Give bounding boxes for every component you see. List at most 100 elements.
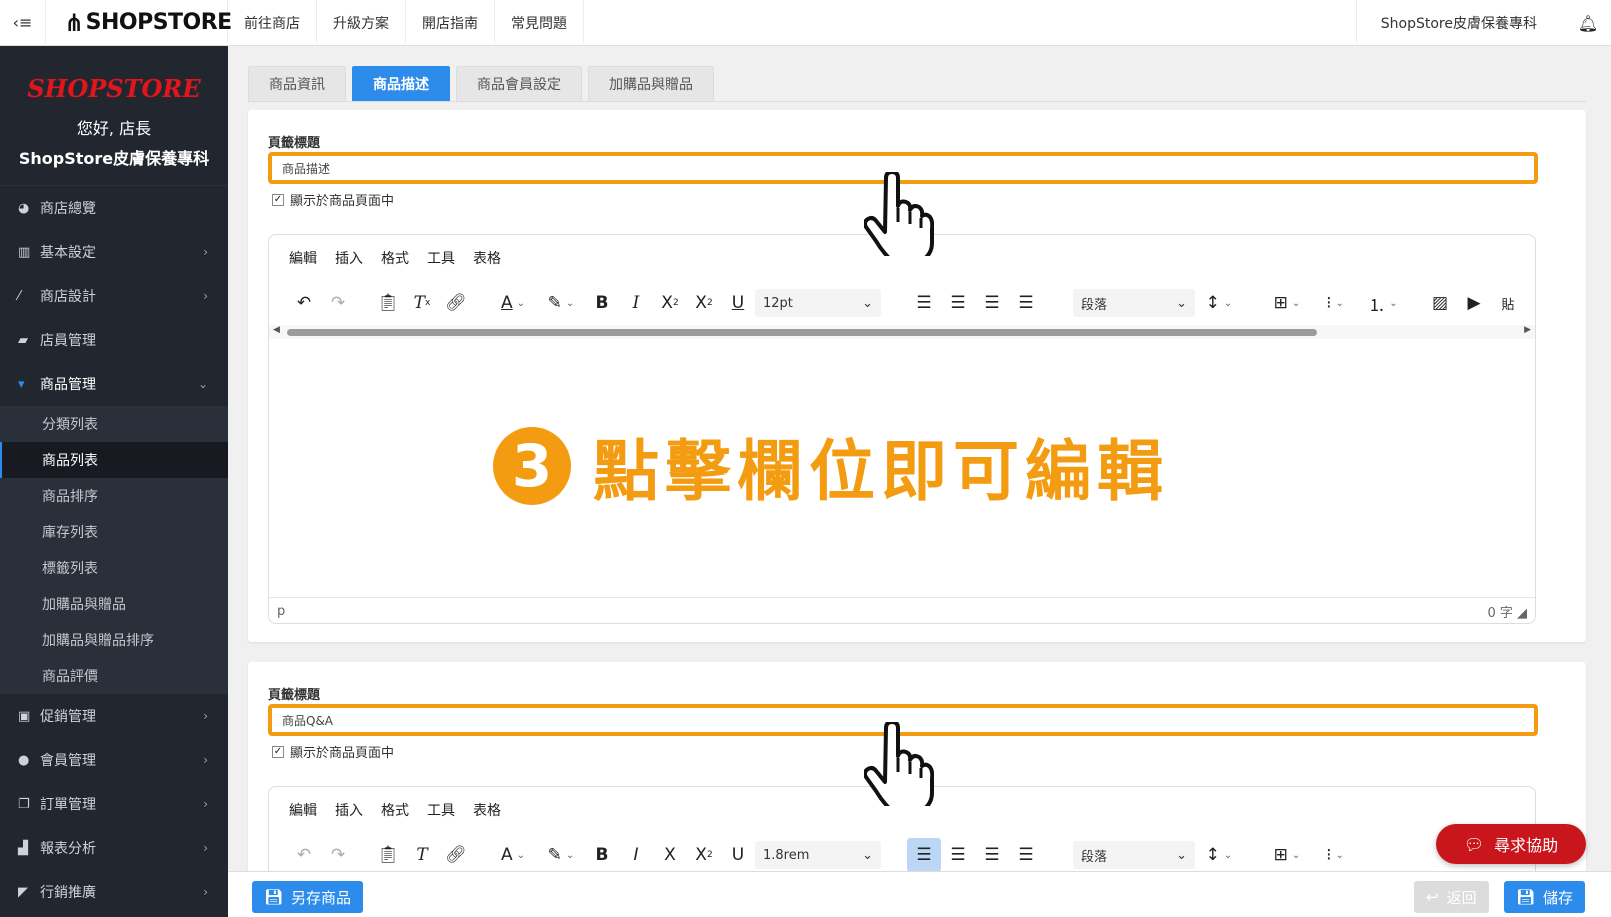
media-icon[interactable]: ▶ <box>1457 286 1491 320</box>
align-justify-icon[interactable]: ☰ <box>1009 286 1043 320</box>
clear-format-icon[interactable]: T <box>405 838 439 872</box>
line-height-icon[interactable]: ↕ ⌄ <box>1195 838 1243 872</box>
top-nav-guide[interactable]: 開店指南 <box>406 0 495 46</box>
sidebar-subitem-categories[interactable]: 分類列表 <box>0 406 228 442</box>
save-button[interactable]: 💾︎ 儲存 <box>1504 881 1586 913</box>
top-nav-upgrade[interactable]: 升級方案 <box>317 0 406 46</box>
menu-table[interactable]: 表格 <box>473 248 501 268</box>
align-center-icon[interactable]: ☰ <box>941 286 975 320</box>
align-center-icon[interactable]: ☰ <box>941 838 975 872</box>
undo-icon[interactable]: ↶ <box>287 286 321 320</box>
sidebar-subitem-inventory[interactable]: 庫存列表 <box>0 514 228 550</box>
italic-icon[interactable]: I <box>619 838 653 872</box>
sidebar-item-members[interactable]: ● 會員管理 › <box>0 738 228 782</box>
sidebar-item-design[interactable]: ⁄ 商店設計 › <box>0 274 228 318</box>
menu-insert[interactable]: 插入 <box>335 800 363 820</box>
sidebar-subitem-addons[interactable]: 加購品與贈品 <box>0 586 228 622</box>
menu-format[interactable]: 格式 <box>381 248 409 268</box>
store-name-link[interactable]: ShopStore皮膚保養專科 <box>1355 0 1565 46</box>
align-right-icon[interactable]: ☰ <box>975 286 1009 320</box>
sidebar-subitem-product-list[interactable]: 商品列表 <box>0 442 228 478</box>
scroll-right-icon[interactable]: ▶ <box>1524 325 1531 335</box>
back-button[interactable]: ↩ 返回 <box>1414 881 1489 913</box>
menu-tools[interactable]: 工具 <box>427 248 455 268</box>
align-left-icon[interactable]: ☰ <box>907 286 941 320</box>
tab-addons-gifts[interactable]: 加購品與贈品 <box>588 66 714 102</box>
menu-toggle-icon[interactable]: ‹≡ <box>0 0 46 46</box>
brand-logo[interactable]: ⋔ SHOPSTORE <box>46 0 232 46</box>
toolbar-scrollbar[interactable]: ◀ ▶ <box>269 325 1535 339</box>
font-size-select-2[interactable]: 1.8rem ⌄ <box>755 841 881 869</box>
paste-icon[interactable]: 📋︎ <box>371 838 405 872</box>
resize-handle-icon[interactable]: ◢ <box>1517 606 1527 621</box>
link-icon[interactable]: 🔗︎ <box>439 286 473 320</box>
image-icon[interactable]: ▨ <box>1423 286 1457 320</box>
align-left-icon[interactable]: ☰ <box>907 838 941 872</box>
subscript-icon[interactable]: X2 <box>653 286 687 320</box>
tab-product-info[interactable]: 商品資訊 <box>248 66 346 102</box>
redo-icon[interactable]: ↷ <box>321 838 355 872</box>
redo-icon[interactable]: ↷ <box>321 286 355 320</box>
menu-edit[interactable]: 編輯 <box>289 800 317 820</box>
menu-format[interactable]: 格式 <box>381 800 409 820</box>
sidebar-subitem-tags[interactable]: 標籤列表 <box>0 550 228 586</box>
sidebar-item-products[interactable]: ▾ 商品管理 ⌄ <box>0 362 228 406</box>
sidebar-item-reports[interactable]: ▟ 報表分析 › <box>0 826 228 870</box>
paste-icon[interactable]: 📋︎ <box>371 286 405 320</box>
sidebar-subitem-reviews[interactable]: 商品評價 <box>0 658 228 694</box>
numbered-list-icon[interactable]: ⒈ ⌄ <box>1359 286 1407 320</box>
clear-format-icon[interactable]: Tx <box>405 286 439 320</box>
underline-icon[interactable]: U <box>721 286 755 320</box>
save-as-product-button[interactable]: 💾︎ 另存商品 <box>252 881 364 913</box>
bold-icon[interactable]: B <box>585 286 619 320</box>
menu-insert[interactable]: 插入 <box>335 248 363 268</box>
bullet-list-icon[interactable]: ⁝ ⌄ <box>1311 286 1359 320</box>
sidebar-item-promotions[interactable]: ▣ 促銷管理 › <box>0 694 228 738</box>
sidebar-item-marketing[interactable]: ◤ 行銷推廣 › <box>0 870 228 914</box>
sidebar-subitem-product-sort[interactable]: 商品排序 <box>0 478 228 514</box>
top-nav-go-store[interactable]: 前往商店 <box>228 0 317 46</box>
show-on-page-checkbox-2[interactable]: ✓ <box>272 745 284 758</box>
menu-table[interactable]: 表格 <box>473 800 501 820</box>
paste-text-button[interactable]: 貼 <box>1491 286 1525 320</box>
sidebar-subitem-addons-sort[interactable]: 加購品與贈品排序 <box>0 622 228 658</box>
menu-edit[interactable]: 編輯 <box>289 248 317 268</box>
sidebar-item-settings[interactable]: ▥ 基本設定 › <box>0 230 228 274</box>
sidebar-item-label: 促銷管理 <box>40 709 96 725</box>
superscript-icon[interactable]: X2 <box>687 838 721 872</box>
scrollbar-thumb[interactable] <box>287 329 1317 336</box>
text-color-icon[interactable]: A ⌄ <box>489 286 537 320</box>
text-color-icon[interactable]: A ⌄ <box>489 838 537 872</box>
underline-icon[interactable]: U <box>721 838 755 872</box>
help-button[interactable]: 💬︎ 尋求協助 <box>1436 824 1586 864</box>
show-on-page-checkbox[interactable]: ✓ <box>272 193 284 206</box>
font-size-select[interactable]: 12pt ⌄ <box>755 289 881 317</box>
tab-product-description[interactable]: 商品描述 <box>352 66 450 102</box>
scroll-left-icon[interactable]: ◀ <box>273 325 280 335</box>
show-on-page-checkbox-row[interactable]: ✓ 顯示於商品頁面中 <box>272 190 394 209</box>
bullet-list-icon[interactable]: ⁝ ⌄ <box>1311 838 1359 872</box>
link-icon[interactable]: 🔗︎ <box>439 838 473 872</box>
block-format-select-2[interactable]: 段落 ⌄ <box>1073 841 1195 869</box>
bell-icon[interactable]: 🔔︎ <box>1565 0 1611 46</box>
superscript-icon[interactable]: X2 <box>687 286 721 320</box>
menu-tools[interactable]: 工具 <box>427 800 455 820</box>
sidebar-item-staff[interactable]: ▰ 店員管理 <box>0 318 228 362</box>
undo-icon[interactable]: ↶ <box>287 838 321 872</box>
subscript-icon[interactable]: X <box>653 838 687 872</box>
table-icon[interactable]: ⊞ ⌄ <box>1263 286 1311 320</box>
align-right-icon[interactable]: ☰ <box>975 838 1009 872</box>
table-icon[interactable]: ⊞ ⌄ <box>1263 838 1311 872</box>
line-height-icon[interactable]: ↕ ⌄ <box>1195 286 1243 320</box>
top-nav-faq[interactable]: 常見問題 <box>495 0 584 46</box>
sidebar-item-orders[interactable]: ❐ 訂單管理 › <box>0 782 228 826</box>
align-justify-icon[interactable]: ☰ <box>1009 838 1043 872</box>
highlight-color-icon[interactable]: ✎ ⌄ <box>537 286 585 320</box>
show-on-page-checkbox-row-2[interactable]: ✓ 顯示於商品頁面中 <box>272 742 394 761</box>
bold-icon[interactable]: B <box>585 838 619 872</box>
highlight-color-icon[interactable]: ✎ ⌄ <box>537 838 585 872</box>
italic-icon[interactable]: I <box>619 286 653 320</box>
tab-member-settings[interactable]: 商品會員設定 <box>456 66 582 102</box>
block-format-select[interactable]: 段落 ⌄ <box>1073 289 1195 317</box>
sidebar-item-overview[interactable]: ◕ 商店總覽 <box>0 186 228 230</box>
